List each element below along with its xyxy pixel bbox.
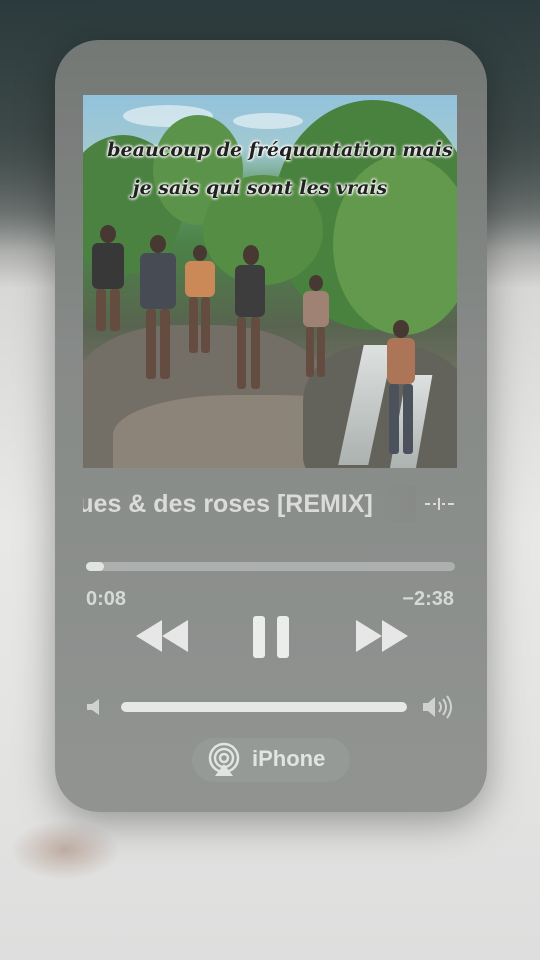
background-blur-blob: [10, 820, 120, 880]
title-fade: [380, 486, 416, 522]
elapsed-time: 0:08: [86, 588, 127, 610]
song-title[interactable]: gues & des roses [REMIX]: [83, 488, 413, 522]
artwork-caption-line-1: beaucoup de fréquantation mais: [107, 139, 453, 161]
output-device-label: iPhone: [252, 746, 326, 771]
speaker-high-icon: [423, 695, 452, 719]
song-title-text: gues & des roses [REMIX]: [83, 490, 373, 518]
waveform-more-icon[interactable]: [424, 496, 456, 512]
artwork-cloud: [233, 113, 303, 129]
progress-fill: [86, 562, 104, 571]
album-artwork: beaucoup de fréquantation mais je sais q…: [83, 95, 457, 468]
airplay-icon: [208, 742, 240, 776]
fast-forward-icon[interactable]: [354, 618, 410, 654]
remaining-time: −2:38: [402, 588, 454, 610]
speaker-low-icon: [87, 699, 99, 715]
volume-slider[interactable]: [121, 702, 407, 712]
progress-scrubber[interactable]: [86, 562, 455, 571]
pause-icon[interactable]: [251, 614, 291, 660]
artwork-caption-line-2: je sais qui sont les vrais: [132, 177, 388, 199]
rewind-icon[interactable]: [134, 618, 190, 654]
